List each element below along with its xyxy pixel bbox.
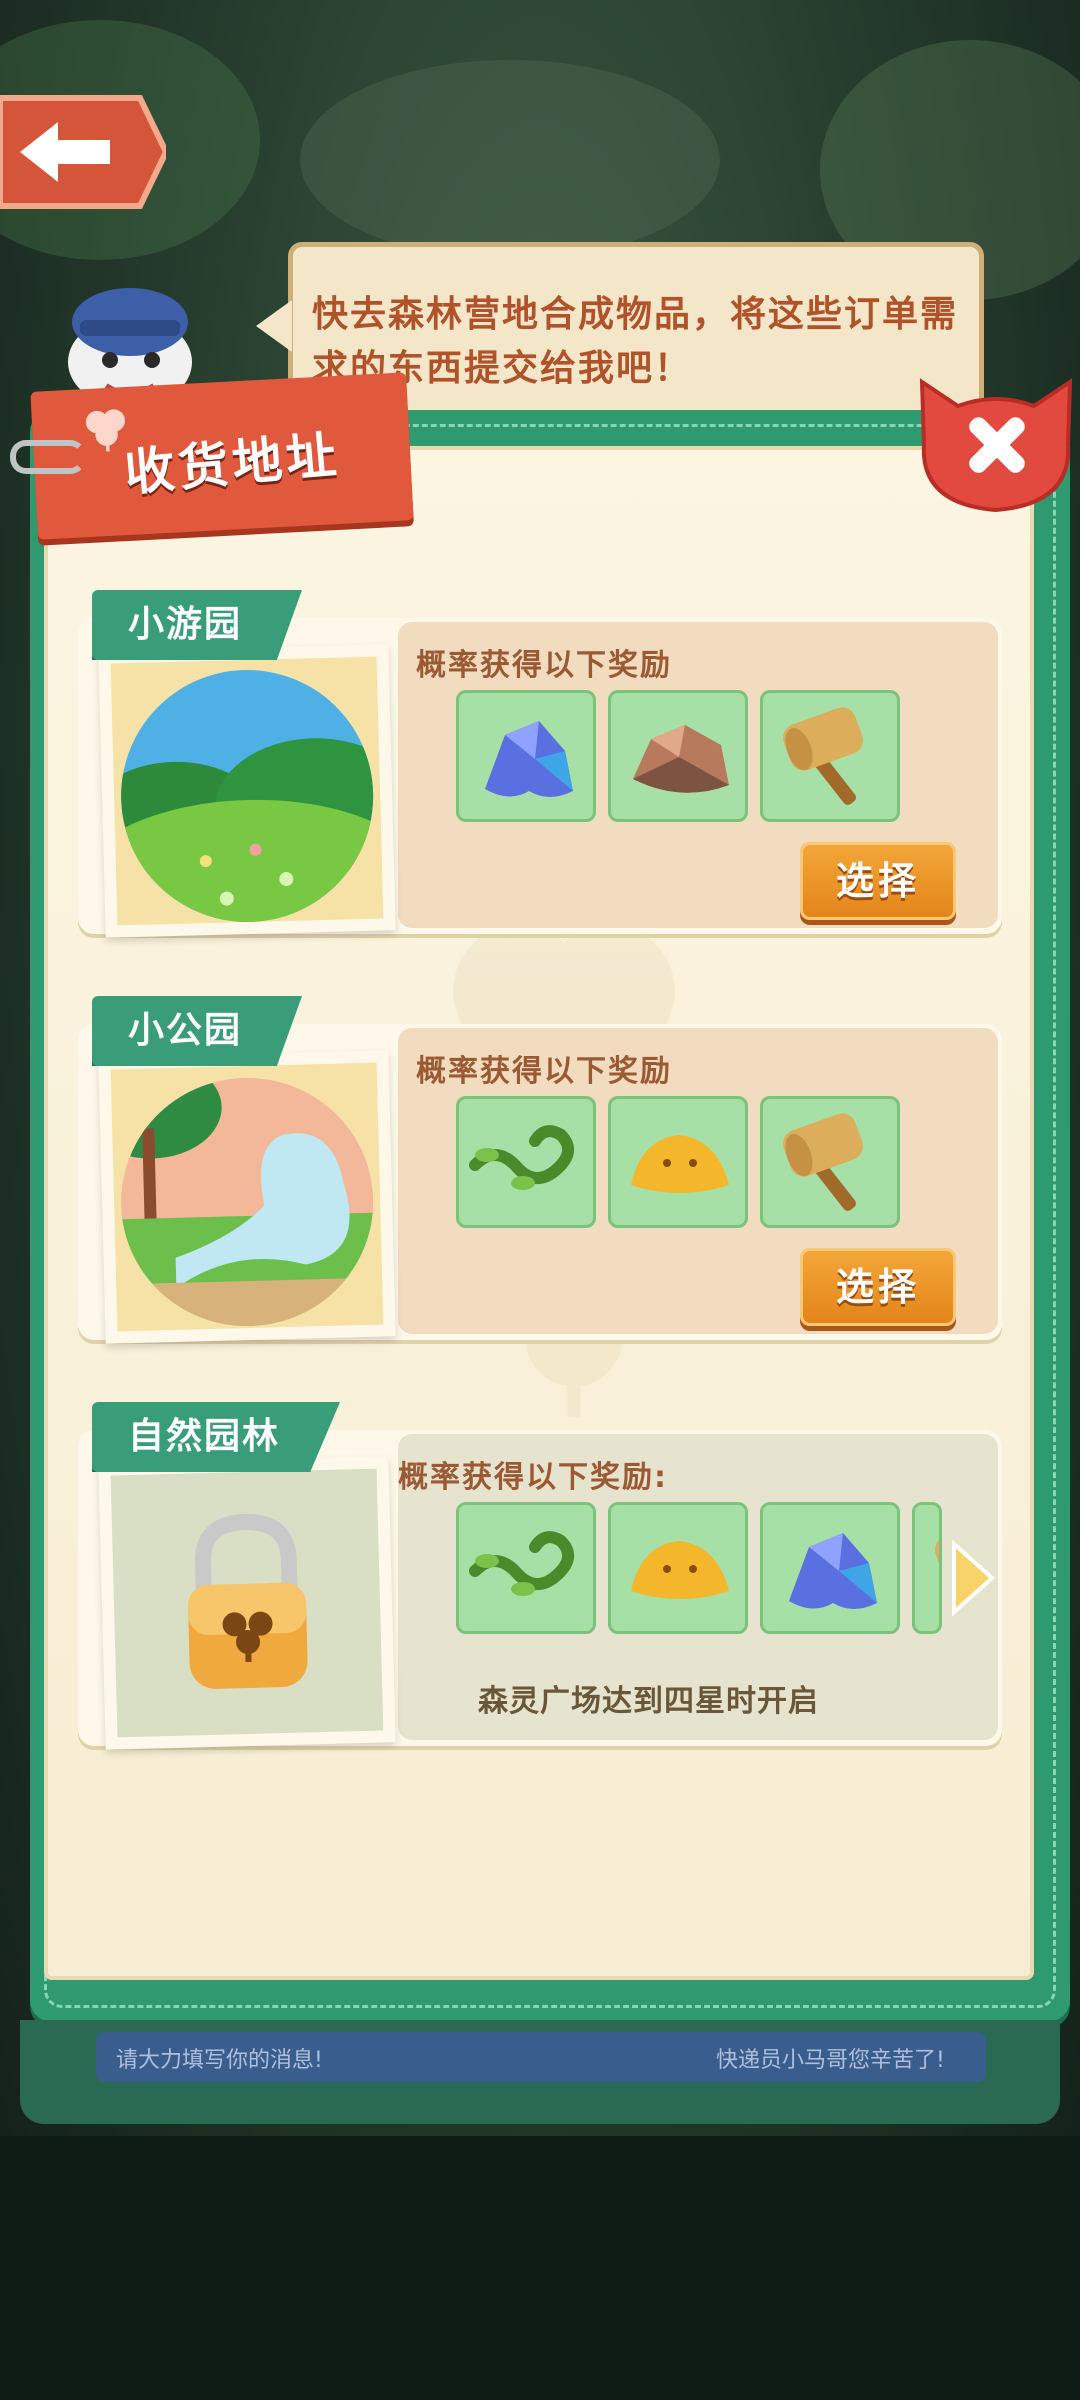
select-button[interactable]: 选择	[800, 842, 956, 920]
reward-title: 概率获得以下奖励	[416, 648, 672, 683]
destination-card-2: 小公园 概率获得以下奖励 选择	[78, 996, 1002, 1344]
unlock-condition: 森灵广场达到四星时开启	[478, 1684, 819, 1719]
destination-card-3: 自然园林 概率获得以下奖励: 森灵广场达到四星时开启	[78, 1402, 1002, 1750]
reward-slot	[760, 1096, 900, 1228]
blue-crystal-icon	[789, 1533, 877, 1609]
back-button[interactable]	[0, 92, 166, 212]
location-photo	[98, 1050, 396, 1344]
padlock-icon	[188, 1514, 308, 1689]
message-right: 快递员小马哥您辛苦了!	[716, 2048, 945, 2073]
location-name-tag: 小游园	[92, 590, 303, 660]
reward-slot	[608, 1502, 748, 1634]
reward-slot	[456, 1502, 596, 1634]
reward-slot	[608, 690, 748, 822]
reward-slot	[456, 690, 596, 822]
park-scene-image	[117, 1074, 377, 1330]
reward-slot	[912, 1502, 942, 1634]
location-name: 自然园林	[128, 1416, 281, 1457]
yellow-slime-icon	[631, 1541, 729, 1599]
location-name-tag: 小公园	[92, 996, 303, 1066]
reward-title: 概率获得以下奖励	[416, 1054, 672, 1089]
rock-icon	[633, 725, 729, 793]
location-name-tag: 自然园林	[92, 1402, 341, 1472]
location-name: 小游园	[128, 604, 243, 645]
paper-clip-icon	[10, 440, 86, 474]
select-button[interactable]: 选择	[800, 1248, 956, 1326]
location-name: 小公园	[128, 1010, 243, 1051]
close-button[interactable]	[912, 372, 1080, 518]
reward-title: 概率获得以下奖励:	[398, 1460, 668, 1495]
reward-slot	[760, 690, 900, 822]
blue-crystal-icon	[485, 721, 573, 797]
wooden-hammer-icon	[783, 707, 863, 805]
message-left: 请大力填写你的消息!	[116, 2048, 323, 2073]
vine-icon	[469, 1125, 574, 1190]
yellow-slime-icon	[631, 1135, 729, 1193]
speech-text: 快去森林营地合成物品，将这些订单需求的东西提交给我吧！	[312, 294, 959, 389]
speech-bubble-tail	[256, 300, 292, 352]
location-photo	[98, 1456, 396, 1750]
destination-card-1: 小游园 概率获得以下奖励 选择	[78, 590, 1002, 938]
scroll-right-arrow-icon[interactable]	[948, 1538, 998, 1618]
location-photo	[98, 644, 396, 938]
dimmed-lower-area	[0, 2136, 1080, 2400]
reward-slot	[760, 1502, 900, 1634]
wooden-hammer-icon	[783, 1113, 863, 1211]
playground-scene-image	[117, 666, 377, 926]
vine-icon	[469, 1531, 574, 1596]
reward-slot	[456, 1096, 596, 1228]
reward-slot	[608, 1096, 748, 1228]
wooden-hammer-icon	[935, 1519, 939, 1583]
